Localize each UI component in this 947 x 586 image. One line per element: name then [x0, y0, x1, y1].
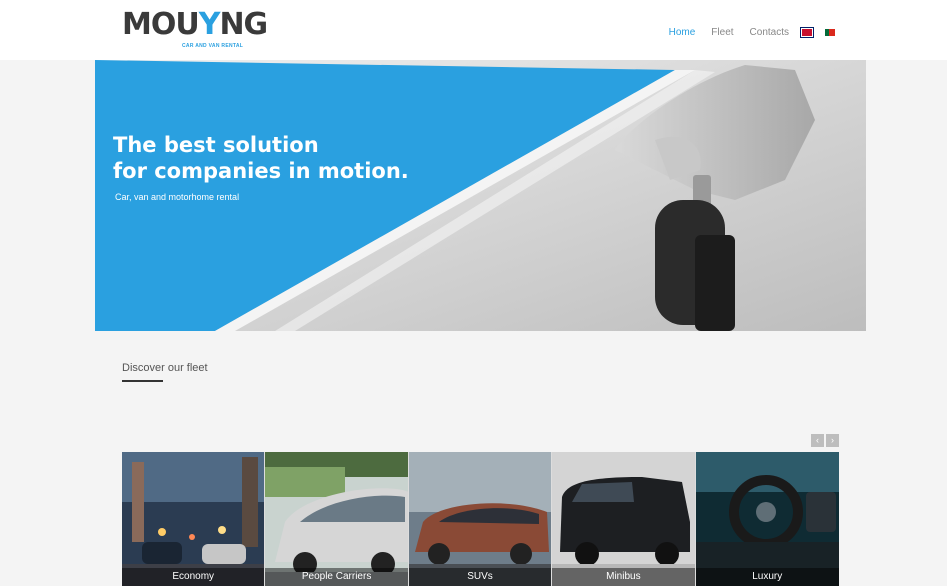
- chevron-right-icon[interactable]: ›: [826, 434, 839, 447]
- fleet-card-label: SUVs: [408, 568, 552, 586]
- nav-home[interactable]: Home: [669, 27, 696, 38]
- fleet-card-luxury[interactable]: Luxury: [695, 452, 839, 586]
- top-navigation-bar: MOUYNG CAR AND VAN RENTAL Home Fleet Con…: [0, 0, 947, 60]
- fleet-card-label: Luxury: [695, 568, 839, 586]
- fleet-card-economy[interactable]: Economy: [122, 452, 266, 586]
- minibus-van-image: [552, 452, 695, 586]
- fleet-card-label: People Carriers: [265, 568, 408, 586]
- fleet-card-label: Minibus: [552, 568, 695, 586]
- fleet-slider-controls: ‹ ›: [809, 434, 839, 447]
- people-carrier-car-image: [265, 452, 408, 586]
- brand-logo[interactable]: MOUYNG CAR AND VAN RENTAL: [122, 7, 268, 50]
- portugal-flag-icon[interactable]: [825, 29, 835, 36]
- suv-car-image: [408, 452, 552, 586]
- chevron-left-icon[interactable]: ‹: [811, 434, 824, 447]
- fleet-card-minibus[interactable]: Minibus: [552, 452, 696, 586]
- fleet-card-suvs[interactable]: SUVs: [408, 452, 553, 586]
- luxury-interior-image: [695, 452, 839, 586]
- hero-subtitle: Car, van and motorhome rental: [115, 192, 240, 202]
- logo-tagline: CAR AND VAN RENTAL: [182, 43, 244, 49]
- fleet-carousel: Economy People Carriers SUVs Minibus Lux…: [122, 452, 839, 586]
- uk-flag-icon[interactable]: [801, 28, 813, 37]
- fleet-card-label: Economy: [122, 568, 265, 586]
- hero-title: The best solution for companies in motio…: [113, 133, 409, 183]
- fleet-card-people-carriers[interactable]: People Carriers: [265, 452, 409, 586]
- main-nav: Home Fleet Contacts: [653, 27, 835, 38]
- economy-city-traffic-image: [122, 452, 265, 586]
- hero-banner: The best solution for companies in motio…: [95, 60, 866, 331]
- section-divider: [122, 380, 163, 382]
- logo-text: MOUYNG: [122, 7, 268, 42]
- nav-contacts[interactable]: Contacts: [750, 27, 789, 38]
- nav-fleet[interactable]: Fleet: [711, 27, 733, 38]
- fleet-section-title: Discover our fleet: [122, 362, 208, 374]
